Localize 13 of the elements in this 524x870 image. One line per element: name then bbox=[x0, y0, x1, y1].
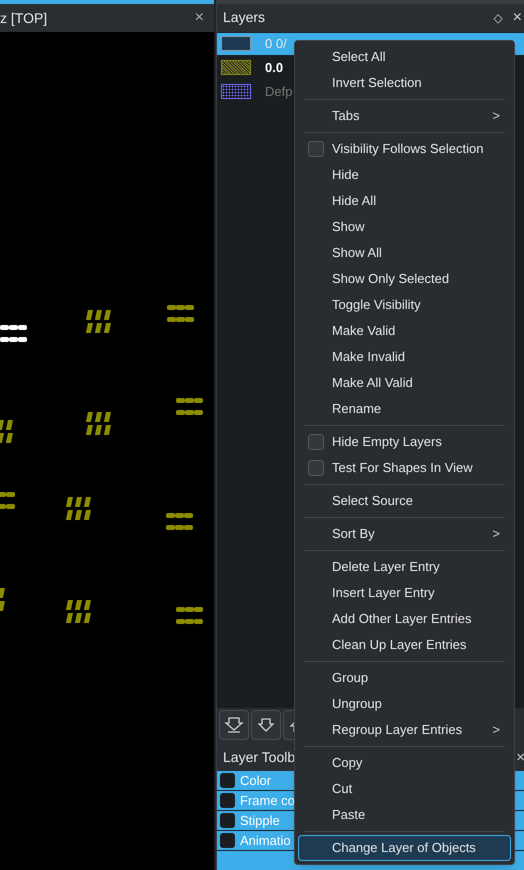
submenu-arrow: > bbox=[492, 107, 500, 126]
toolbox-label: Stipple bbox=[240, 812, 280, 830]
view-title: z [TOP] bbox=[0, 8, 48, 28]
panel-title: Layer Toolb bbox=[223, 748, 296, 767]
layer-name: 0 0/ bbox=[265, 34, 287, 53]
layer-name: 0.0 bbox=[265, 58, 284, 77]
toolbox-label: Color bbox=[240, 772, 272, 790]
submenu-arrow: > bbox=[492, 721, 500, 740]
layer-name: Defp bbox=[265, 82, 292, 101]
panel-title: Layers bbox=[223, 8, 266, 28]
toolbox-label: Frame co bbox=[240, 792, 295, 810]
toolbox-label: Animatio bbox=[240, 832, 291, 850]
submenu-arrow: > bbox=[492, 525, 500, 544]
